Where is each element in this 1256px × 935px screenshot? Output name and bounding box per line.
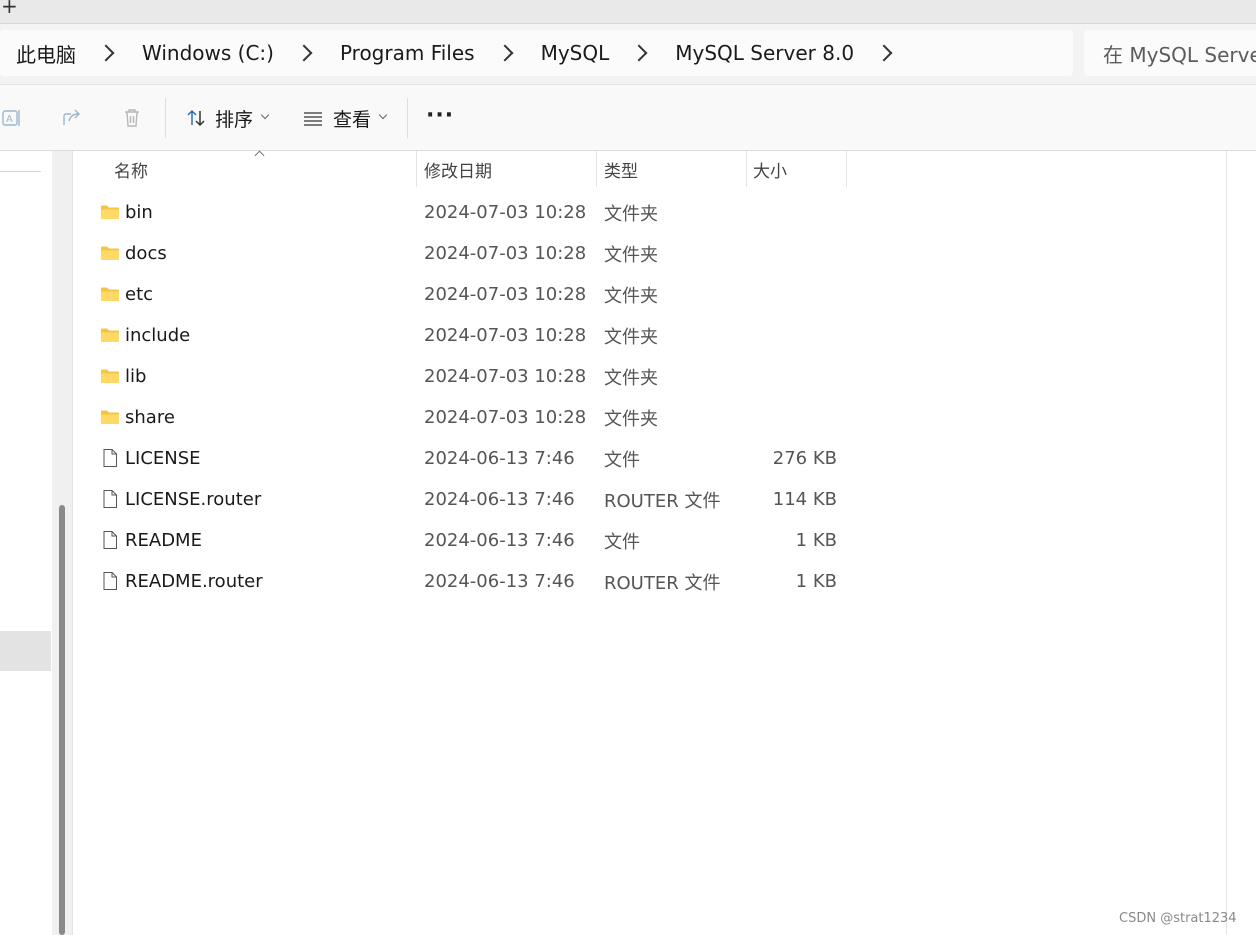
file-row[interactable]: README 2024-06-13 7:46 文件 1 KB — [73, 520, 853, 561]
search-placeholder: 在 MySQL Server 8.0 中搜索 — [1103, 42, 1256, 67]
column-header-date[interactable]: 修改日期 — [417, 151, 597, 187]
file-row[interactable]: bin 2024-07-03 10:28 文件夹 — [73, 192, 853, 233]
sort-button[interactable]: 排序 — [185, 101, 270, 135]
watermark: CSDN @strat1234 — [1119, 911, 1237, 926]
file-size: 276 KB — [772, 448, 837, 469]
file-type: 文件 — [604, 531, 640, 553]
file-type: 文件夹 — [604, 408, 658, 430]
file-date: 2024-07-03 10:28 — [424, 202, 587, 223]
file-date: 2024-07-03 10:28 — [424, 325, 587, 346]
column-name-label: 名称 — [114, 161, 148, 182]
nav-selected-item[interactable] — [0, 631, 51, 671]
rename-icon[interactable]: A — [1, 107, 23, 129]
file-type: 文件 — [604, 449, 640, 471]
toolbar-separator — [165, 98, 166, 138]
toolbar-separator — [407, 98, 408, 138]
share-icon[interactable] — [61, 107, 83, 129]
file-date: 2024-06-13 7:46 — [424, 571, 575, 592]
file-size: 1 KB — [795, 530, 837, 551]
file-date: 2024-06-13 7:46 — [424, 530, 575, 551]
file-date: 2024-07-03 10:28 — [424, 407, 587, 428]
file-size — [753, 233, 837, 274]
breadcrumb-mysql[interactable]: MySQL — [541, 41, 610, 65]
file-name[interactable]: share — [125, 397, 175, 438]
sort-label: 排序 — [215, 108, 254, 131]
file-size — [753, 274, 837, 315]
file-size — [753, 192, 837, 233]
column-header-size[interactable]: 大小 — [747, 151, 847, 187]
file-date: 2024-07-03 10:28 — [424, 243, 587, 264]
chevron-right-icon[interactable] — [97, 44, 115, 62]
delete-icon[interactable] — [121, 107, 143, 129]
file-name[interactable]: LICENSE.router — [125, 479, 261, 520]
chevron-down-icon — [378, 110, 388, 120]
address-row: 此电脑 Windows (C:) Program Files MySQL MyS… — [0, 24, 1256, 84]
chevron-right-icon[interactable] — [630, 44, 648, 62]
column-size-label: 大小 — [753, 161, 787, 182]
column-date-label: 修改日期 — [424, 161, 492, 182]
file-list: 名称 修改日期 类型 大小 bin 2024-07-03 10:28 文件夹 docs… — [73, 150, 1226, 935]
file-name[interactable]: README.router — [125, 561, 263, 602]
file-size: 1 KB — [795, 571, 837, 592]
file-row[interactable]: include 2024-07-03 10:28 文件夹 — [73, 315, 853, 356]
breadcrumb[interactable]: 此电脑 Windows (C:) Program Files MySQL MyS… — [0, 30, 1073, 76]
breadcrumb-this-pc[interactable]: 此电脑 — [16, 39, 76, 68]
file-size — [753, 356, 837, 397]
sort-icon — [187, 109, 205, 127]
column-header-type[interactable]: 类型 — [597, 151, 747, 187]
file-size — [753, 315, 837, 356]
file-type: ROUTER 文件 — [604, 490, 721, 512]
file-row[interactable]: LICENSE 2024-06-13 7:46 文件 276 KB — [73, 438, 853, 479]
file-type: 文件夹 — [604, 326, 658, 348]
breadcrumb-mysql-server[interactable]: MySQL Server 8.0 — [675, 41, 854, 65]
file-date: 2024-06-13 7:46 — [424, 489, 575, 510]
chevron-right-icon[interactable] — [496, 44, 514, 62]
tab-strip: + — [0, 0, 1256, 24]
file-row[interactable]: etc 2024-07-03 10:28 文件夹 — [73, 274, 853, 315]
file-row[interactable]: README.router 2024-06-13 7:46 ROUTER 文件 1 K… — [73, 561, 853, 602]
file-name[interactable]: lib — [125, 356, 146, 397]
file-name[interactable]: README — [125, 520, 202, 561]
file-size: 114 KB — [772, 489, 837, 510]
chevron-right-icon[interactable] — [295, 44, 313, 62]
file-date: 2024-07-03 10:28 — [424, 284, 587, 305]
chevron-right-icon[interactable] — [875, 44, 893, 62]
file-type: 文件夹 — [604, 244, 658, 266]
file-size — [753, 397, 837, 438]
file-name[interactable]: include — [125, 315, 190, 356]
view-label: 查看 — [333, 108, 372, 131]
file-name[interactable]: docs — [125, 233, 167, 274]
file-type: ROUTER 文件 — [604, 572, 721, 594]
breadcrumb-program-files[interactable]: Program Files — [340, 41, 475, 65]
navigation-pane[interactable] — [0, 151, 52, 935]
view-list-icon — [304, 112, 322, 126]
file-date: 2024-07-03 10:28 — [424, 366, 587, 387]
file-type: 文件夹 — [604, 203, 658, 225]
file-name[interactable]: LICENSE — [125, 438, 201, 479]
file-row[interactable]: share 2024-07-03 10:28 文件夹 — [73, 397, 853, 438]
nav-divider — [0, 171, 41, 172]
file-row[interactable]: docs 2024-07-03 10:28 文件夹 — [73, 233, 853, 274]
column-header-name[interactable]: 名称 — [73, 151, 417, 187]
search-input[interactable]: 在 MySQL Server 8.0 中搜索 — [1084, 30, 1256, 76]
file-type: 文件夹 — [604, 285, 658, 307]
command-bar: A 排序 查看 ··· — [0, 84, 1256, 151]
chevron-down-icon — [260, 110, 270, 120]
file-name[interactable]: bin — [125, 192, 153, 233]
new-tab-button[interactable]: + — [1, 0, 18, 16]
file-date: 2024-06-13 7:46 — [424, 448, 575, 469]
breadcrumb-windows-c[interactable]: Windows (C:) — [142, 41, 274, 65]
column-type-label: 类型 — [604, 161, 638, 182]
file-type: 文件夹 — [604, 367, 658, 389]
file-name[interactable]: etc — [125, 274, 153, 315]
list-right-border — [1226, 151, 1227, 935]
svg-text:A: A — [6, 114, 13, 125]
file-row[interactable]: lib 2024-07-03 10:28 文件夹 — [73, 356, 853, 397]
view-button[interactable]: 查看 — [302, 101, 388, 135]
more-options-button[interactable]: ··· — [426, 105, 454, 127]
file-row[interactable]: LICENSE.router 2024-06-13 7:46 ROUTER 文件 11… — [73, 479, 853, 520]
navigation-scrollbar[interactable] — [59, 505, 65, 935]
